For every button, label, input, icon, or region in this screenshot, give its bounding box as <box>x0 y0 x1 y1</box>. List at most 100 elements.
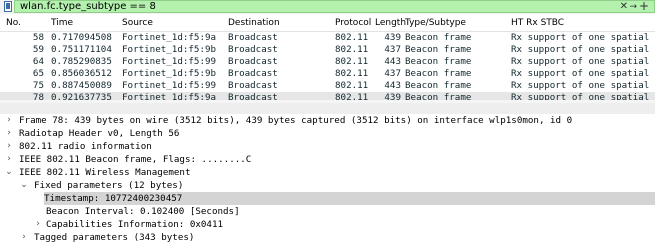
clear-filter-icon[interactable]: ✕ <box>620 2 628 12</box>
packet-time: 0.921637735 <box>51 92 112 100</box>
packet-no: 58 <box>32 32 44 43</box>
tree-item-tagged-parameters[interactable]: › Tagged parameters (343 bytes) <box>0 231 655 244</box>
packet-time: 0.887450089 <box>51 80 112 91</box>
tree-item-capabilities[interactable]: › Capabilities Information: 0x0411 <box>0 218 655 231</box>
packet-length: 437 <box>384 68 401 79</box>
collapse-arrow-icon[interactable]: ⌄ <box>19 179 29 192</box>
packet-row[interactable]: 75 0.887450089 Fortinet_1d:f5:99 Broadca… <box>0 80 655 92</box>
packet-no: 64 <box>32 56 44 67</box>
packet-destination: Broadcast <box>228 32 278 43</box>
expand-arrow-icon[interactable]: › <box>4 127 14 140</box>
packet-length: 439 <box>384 32 401 43</box>
packet-length: 437 <box>384 44 401 55</box>
packet-stbc: Rx support of one spatial st <box>511 32 655 43</box>
packet-time: 0.717094508 <box>51 32 112 43</box>
packet-row[interactable]: 58 0.717094508 Fortinet_1d:f5:9a Broadca… <box>0 32 655 44</box>
packet-protocol: 802.11 <box>335 80 369 91</box>
packet-type: Beacon frame <box>405 44 472 55</box>
add-filter-button-icon[interactable]: + <box>639 0 649 12</box>
tree-item-label: Radiotap Header v0, Length 56 <box>19 128 180 139</box>
packet-source: Fortinet_1d:f5:9a <box>122 32 217 43</box>
tree-item-label-selected: Timestamp: 10772400230457 <box>44 192 655 205</box>
horizontal-scrollbar[interactable] <box>0 100 655 103</box>
tree-item-label: Fixed parameters (12 bytes) <box>34 180 184 191</box>
packet-source: Fortinet_1d:f5:9b <box>122 44 217 55</box>
tree-item-label: IEEE 802.11 Wireless Management <box>19 167 191 178</box>
packet-destination: Broadcast <box>228 44 278 55</box>
packet-destination: Broadcast <box>228 68 278 79</box>
packet-stbc: Rx support of one spatial st <box>511 56 655 67</box>
packet-time: 0.856036512 <box>51 68 112 79</box>
packet-type: Beacon frame <box>405 92 472 100</box>
tree-item-beacon-frame[interactable]: › IEEE 802.11 Beacon frame, Flags: .....… <box>0 153 655 166</box>
tree-item-label: IEEE 802.11 Beacon frame, Flags: .......… <box>19 154 252 165</box>
packet-type: Beacon frame <box>405 68 472 79</box>
column-header-length[interactable]: Length <box>375 15 406 31</box>
packet-type: Beacon frame <box>405 32 472 43</box>
tree-item-radio-info[interactable]: › 802.11 radio information <box>0 140 655 153</box>
packet-source: Fortinet_1d:f5:99 <box>122 56 217 67</box>
expand-arrow-icon[interactable]: › <box>33 218 43 231</box>
packet-length: 443 <box>384 80 401 91</box>
tree-item-label: Capabilities Information: 0x0411 <box>46 219 224 230</box>
expand-arrow-icon[interactable]: › <box>4 153 14 166</box>
packet-row-selected[interactable]: 78 0.921637735 Fortinet_1d:f5:9a Broadca… <box>0 92 655 100</box>
column-header-time[interactable]: Time <box>51 15 73 31</box>
column-header-no[interactable]: No. <box>6 15 21 31</box>
packet-time: 0.751171104 <box>51 44 112 55</box>
packet-details-tree: › Frame 78: 439 bytes on wire (3512 bits… <box>0 114 655 250</box>
packet-row[interactable]: 64 0.785290835 Fortinet_1d:f5:99 Broadca… <box>0 56 655 68</box>
packet-length: 439 <box>384 92 401 100</box>
packet-protocol: 802.11 <box>335 56 369 67</box>
packet-row[interactable]: 65 0.856036512 Fortinet_1d:f5:9b Broadca… <box>0 68 655 80</box>
tree-item-label: Beacon Interval: 0.102400 [Seconds] <box>46 206 240 217</box>
packet-time: 0.785290835 <box>51 56 112 67</box>
packet-source: Fortinet_1d:f5:9a <box>122 92 217 100</box>
filter-text[interactable]: wlan.fc.type_subtype == 8 <box>20 1 156 13</box>
apply-filter-icon[interactable]: → <box>629 3 637 12</box>
expand-arrow-icon[interactable]: › <box>4 114 14 127</box>
packet-type: Beacon frame <box>405 56 472 67</box>
packet-protocol: 802.11 <box>335 32 369 43</box>
packet-stbc: Rx support of one spatial st <box>511 68 655 79</box>
packet-no: 75 <box>32 80 44 91</box>
packet-list-header: No. Time Source Destination Protocol Len… <box>0 15 655 32</box>
bookmark-icon[interactable] <box>4 1 12 12</box>
expand-arrow-icon[interactable]: › <box>19 231 29 244</box>
packet-stbc: Rx support of one spatial st <box>511 80 655 91</box>
packet-type: Beacon frame <box>405 80 472 91</box>
display-filter-toolbar: wlan.fc.type_subtype == 8 ✕ → + <box>0 0 655 14</box>
packet-protocol: 802.11 <box>335 92 369 100</box>
column-header-destination[interactable]: Destination <box>228 15 280 31</box>
packet-no: 65 <box>32 68 44 79</box>
display-filter-input[interactable]: wlan.fc.type_subtype == 8 ✕ → + <box>14 0 655 13</box>
column-header-type-subtype[interactable]: Type/Subtype <box>405 15 466 31</box>
tree-item-frame[interactable]: › Frame 78: 439 bytes on wire (3512 bits… <box>0 114 655 127</box>
column-header-ht-rx-stbc[interactable]: HT Rx STBC <box>511 15 564 31</box>
column-header-protocol[interactable]: Protocol <box>335 15 371 31</box>
tree-item-fixed-parameters[interactable]: ⌄ Fixed parameters (12 bytes) <box>0 179 655 192</box>
packet-destination: Broadcast <box>228 56 278 67</box>
packet-row[interactable]: 59 0.751171104 Fortinet_1d:f5:9b Broadca… <box>0 44 655 56</box>
tree-item-beacon-interval[interactable]: Beacon Interval: 0.102400 [Seconds] <box>0 205 655 218</box>
packet-list: 58 0.717094508 Fortinet_1d:f5:9a Broadca… <box>0 32 655 100</box>
packet-stbc: Rx support of one spatial st <box>511 44 655 55</box>
tree-item-wireless-management[interactable]: ⌄ IEEE 802.11 Wireless Management <box>0 166 655 179</box>
packet-length: 443 <box>384 56 401 67</box>
packet-protocol: 802.11 <box>335 68 369 79</box>
packet-source: Fortinet_1d:f5:9b <box>122 68 217 79</box>
packet-destination: Broadcast <box>228 80 278 91</box>
pane-splitter[interactable] <box>0 100 655 114</box>
collapse-arrow-icon[interactable]: ⌄ <box>4 166 14 179</box>
tree-item-label: Tagged parameters (343 bytes) <box>34 232 195 243</box>
tree-item-label: Frame 78: 439 bytes on wire (3512 bits),… <box>19 115 573 126</box>
packet-no: 78 <box>32 92 44 100</box>
packet-protocol: 802.11 <box>335 44 369 55</box>
packet-destination: Broadcast <box>228 92 278 100</box>
tree-item-radiotap[interactable]: › Radiotap Header v0, Length 56 <box>0 127 655 140</box>
packet-no: 59 <box>32 44 44 55</box>
tree-item-label: 802.11 radio information <box>19 141 152 152</box>
tree-item-timestamp[interactable]: Timestamp: 10772400230457 <box>0 192 655 205</box>
expand-arrow-icon[interactable]: › <box>4 140 14 153</box>
column-header-source[interactable]: Source <box>122 15 153 31</box>
